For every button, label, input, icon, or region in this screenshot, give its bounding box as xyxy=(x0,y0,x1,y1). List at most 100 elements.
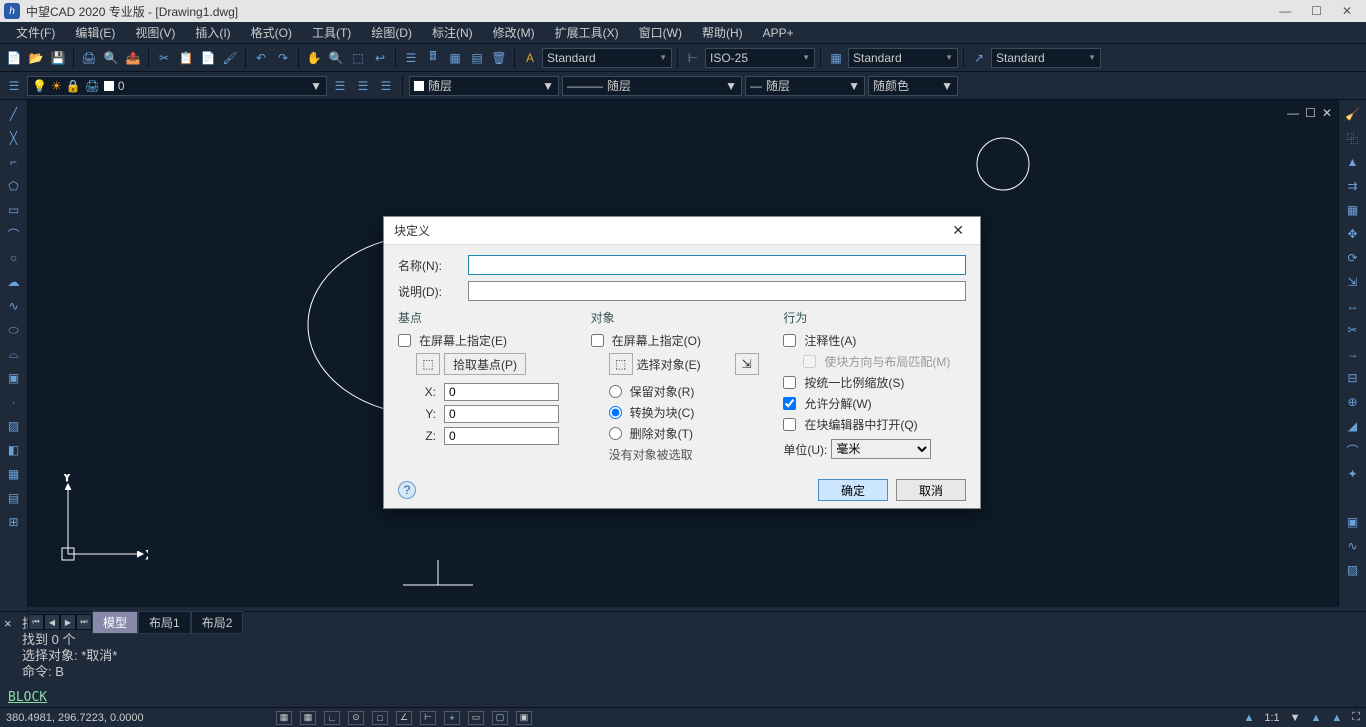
canvas-close-icon[interactable]: ✕ xyxy=(1322,106,1332,120)
lineweight-combo[interactable]: —随层▼ xyxy=(745,76,865,96)
sc-toggle[interactable]: ▣ xyxy=(516,711,532,725)
preview-icon[interactable]: 🔍 xyxy=(101,48,121,68)
name-input[interactable] xyxy=(468,255,966,275)
clean-icon[interactable]: 🗑 xyxy=(489,48,509,68)
pline-icon[interactable]: ⌐ xyxy=(4,152,24,172)
mleader-style-icon[interactable]: ↗ xyxy=(969,48,989,68)
linetype-combo[interactable]: ———随层▼ xyxy=(562,76,742,96)
publish-icon[interactable]: 📤 xyxy=(123,48,143,68)
model-toggle[interactable]: ▭ xyxy=(468,711,484,725)
polar-toggle[interactable]: ⊙ xyxy=(348,711,364,725)
layer-on-icon[interactable]: ☰ xyxy=(376,76,396,96)
menu-help[interactable]: 帮助(H) xyxy=(692,22,753,43)
save-icon[interactable]: 💾 xyxy=(48,48,68,68)
zoom-icon[interactable]: 🔍 xyxy=(326,48,346,68)
pan-icon[interactable]: ✋ xyxy=(304,48,324,68)
stretch-icon[interactable]: ↔ xyxy=(1343,296,1363,316)
spline-icon[interactable]: ∿ xyxy=(4,296,24,316)
block-icon[interactable]: ▣ xyxy=(4,368,24,388)
text-icon[interactable]: ⊞ xyxy=(4,512,24,532)
calc-icon[interactable]: 🖩 xyxy=(423,48,443,68)
menu-app[interactable]: APP+ xyxy=(753,24,804,42)
qp-toggle[interactable]: ▢ xyxy=(492,711,508,725)
menu-insert[interactable]: 插入(I) xyxy=(185,22,240,43)
allow-checkbox[interactable] xyxy=(783,397,796,410)
help-icon[interactable]: ? xyxy=(398,481,416,499)
rect-icon[interactable]: ▭ xyxy=(4,200,24,220)
xline-icon[interactable]: ╳ xyxy=(4,128,24,148)
fillet-icon[interactable]: ⌒ xyxy=(1343,440,1363,460)
anno-scale-icon[interactable]: ▲ xyxy=(1243,712,1254,724)
tool-palette-icon[interactable]: ▤ xyxy=(467,48,487,68)
retain-radio[interactable] xyxy=(609,385,622,398)
tab-first-icon[interactable]: ⏮ xyxy=(28,614,44,630)
select-obj-icon[interactable]: ⬚ xyxy=(609,353,633,375)
new-icon[interactable]: 📄 xyxy=(4,48,24,68)
tab-layout2[interactable]: 布局2 xyxy=(191,611,244,634)
ok-button[interactable]: 确定 xyxy=(818,479,888,501)
chamfer-icon[interactable]: ◢ xyxy=(1343,416,1363,436)
scale-display[interactable]: 1:1 xyxy=(1264,712,1279,724)
match-icon[interactable]: 🖌 xyxy=(220,48,240,68)
table-style-icon[interactable]: ▦ xyxy=(826,48,846,68)
table-icon[interactable]: ▤ xyxy=(4,488,24,508)
paste-icon[interactable]: 📄 xyxy=(198,48,218,68)
open-icon[interactable]: 📂 xyxy=(26,48,46,68)
unit-select[interactable]: 毫米 xyxy=(831,439,931,459)
erase-icon[interactable]: 🧹 xyxy=(1343,104,1363,124)
osnap-toggle[interactable]: □ xyxy=(372,711,388,725)
dim-style-combo[interactable]: ISO-25▼ xyxy=(705,48,815,68)
maximize-icon[interactable]: ☐ xyxy=(1311,4,1322,18)
design-icon[interactable]: ▦ xyxy=(445,48,465,68)
anno-auto-icon[interactable]: ▲ xyxy=(1331,712,1342,724)
base-screen-checkbox[interactable] xyxy=(398,334,411,347)
tab-next-icon[interactable]: ▶ xyxy=(60,614,76,630)
obj-screen-checkbox[interactable] xyxy=(591,334,604,347)
tab-last-icon[interactable]: ⏭ xyxy=(76,614,92,630)
color-combo[interactable]: 随层▼ xyxy=(409,76,559,96)
pick-point-icon[interactable]: ⬚ xyxy=(416,353,440,375)
hatch-edit-icon[interactable]: ▨ xyxy=(1343,560,1363,580)
break-icon[interactable]: ⊟ xyxy=(1343,368,1363,388)
plotstyle-combo[interactable]: 随颜色▼ xyxy=(868,76,958,96)
polygon-icon[interactable]: ⬠ xyxy=(4,176,24,196)
redo-icon[interactable]: ↷ xyxy=(273,48,293,68)
gradient-icon[interactable]: ◧ xyxy=(4,440,24,460)
poly-edit-icon[interactable]: ▣ xyxy=(1343,512,1363,532)
spline-edit-icon[interactable]: ∿ xyxy=(1343,536,1363,556)
dyn-toggle[interactable]: + xyxy=(444,711,460,725)
layer-props-icon[interactable]: ☰ xyxy=(4,76,24,96)
dim-style-icon[interactable]: ⊢ xyxy=(683,48,703,68)
menu-ext[interactable]: 扩展工具(X) xyxy=(545,22,629,43)
delete-radio[interactable] xyxy=(609,427,622,440)
tab-prev-icon[interactable]: ◀ xyxy=(44,614,60,630)
dialog-close-icon[interactable]: ✕ xyxy=(946,220,970,241)
offset-icon[interactable]: ⇉ xyxy=(1343,176,1363,196)
quick-select-icon[interactable]: ⇲ xyxy=(735,353,759,375)
move-icon[interactable]: ✥ xyxy=(1343,224,1363,244)
otrack-toggle[interactable]: ∠ xyxy=(396,711,412,725)
cancel-button[interactable]: 取消 xyxy=(896,479,966,501)
mirror-icon[interactable]: ▲ xyxy=(1343,152,1363,172)
layer-combo[interactable]: 💡☀🔒🖨 0▼ xyxy=(27,76,327,96)
openedit-checkbox[interactable] xyxy=(783,418,796,431)
tab-layout1[interactable]: 布局1 xyxy=(138,611,191,634)
menu-format[interactable]: 格式(O) xyxy=(241,22,302,43)
array-icon[interactable]: ▦ xyxy=(1343,200,1363,220)
copy-obj-icon[interactable]: ⿻ xyxy=(1343,128,1363,148)
table-style-combo[interactable]: Standard▼ xyxy=(848,48,958,68)
canvas-max-icon[interactable]: ☐ xyxy=(1305,106,1316,120)
desc-input[interactable] xyxy=(468,281,966,301)
y-input[interactable] xyxy=(444,405,559,423)
layer-state-icon[interactable]: ☰ xyxy=(330,76,350,96)
x-input[interactable] xyxy=(444,383,559,401)
command-input[interactable]: BLOCK xyxy=(8,690,47,705)
hatch-icon[interactable]: ▨ xyxy=(4,416,24,436)
region-icon[interactable]: ▦ xyxy=(4,464,24,484)
revcloud-icon[interactable]: ☁ xyxy=(4,272,24,292)
ellipse-icon[interactable]: ⬭ xyxy=(4,320,24,340)
z-input[interactable] xyxy=(444,427,559,445)
ellipse-arc-icon[interactable]: ⌓ xyxy=(4,344,24,364)
menu-dim[interactable]: 标注(N) xyxy=(422,22,483,43)
mleader-style-combo[interactable]: Standard▼ xyxy=(991,48,1101,68)
